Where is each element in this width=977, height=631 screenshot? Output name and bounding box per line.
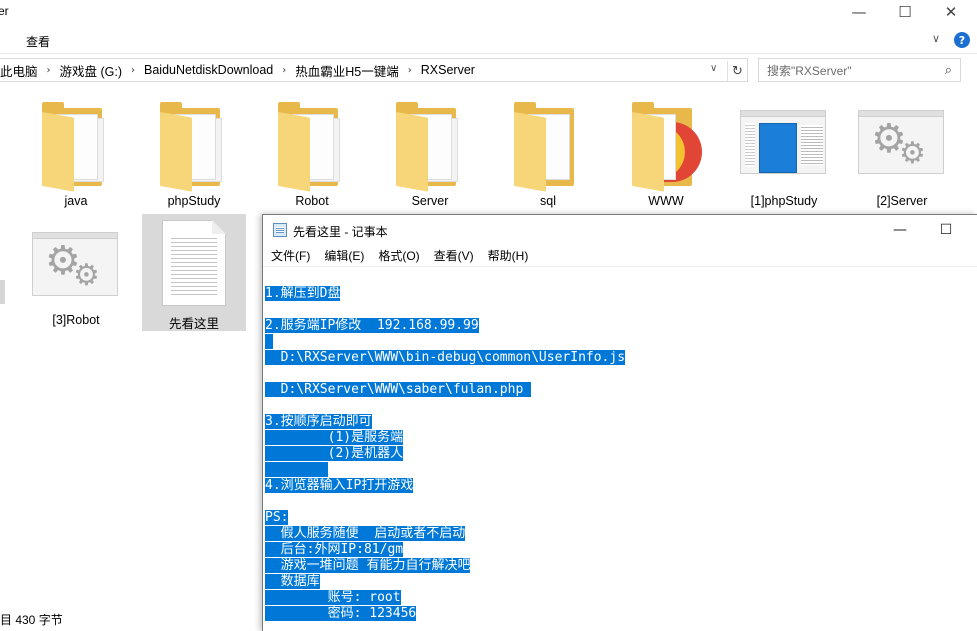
breadcrumb-chevron-icon[interactable]: › bbox=[408, 65, 412, 76]
text-line bbox=[265, 302, 965, 318]
notepad-titlebar[interactable]: 先看这里 - 记事本 — ☐ bbox=[263, 215, 977, 245]
file-read-me-first[interactable]: 先看这里 bbox=[142, 214, 246, 331]
breadcrumb-chevron-icon[interactable]: › bbox=[47, 65, 51, 76]
text-line bbox=[265, 334, 965, 350]
text-line: 数据库 bbox=[265, 574, 320, 589]
folder-server[interactable]: Server bbox=[378, 98, 482, 215]
folder-icon bbox=[392, 102, 468, 192]
text-line: 账号: root bbox=[265, 590, 401, 605]
text-line bbox=[265, 366, 965, 382]
search-placeholder: 搜索"RXServer" bbox=[767, 63, 852, 78]
item-label: [1]phpStudy bbox=[750, 194, 818, 208]
text-line: 1.解压到D盘 bbox=[265, 286, 341, 301]
text-document-icon bbox=[162, 220, 226, 306]
address-row: 此电脑 › 游戏盘 (G:) › BaiduNetdiskDownload › … bbox=[0, 58, 977, 84]
help-icon[interactable]: ? bbox=[954, 32, 970, 48]
breadcrumb-drive[interactable]: 游戏盘 (G:) bbox=[60, 61, 123, 80]
notepad-app-icon bbox=[273, 223, 287, 237]
item-label: java bbox=[64, 194, 88, 208]
folder-icon bbox=[510, 102, 586, 192]
text-line: D:\RXServer\WWW\bin-debug\common\UserInf… bbox=[265, 350, 626, 365]
notepad-text-area[interactable]: 1.解压到D盘 2.服务端IP修改 192.168.99.99 D:\RXSer… bbox=[265, 270, 965, 631]
menu-view[interactable]: 查看(V) bbox=[434, 247, 474, 264]
text-line: PS: bbox=[265, 510, 289, 525]
text-line bbox=[265, 398, 965, 414]
item-label: [2]Server bbox=[876, 194, 928, 208]
breadcrumb-current-folder[interactable]: RXServer bbox=[421, 63, 475, 77]
refresh-icon[interactable]: ↻ bbox=[727, 61, 747, 81]
menu-format[interactable]: 格式(O) bbox=[378, 247, 419, 264]
text-line: 后台:外网IP:81/gm bbox=[265, 542, 404, 557]
shortcut-2-server[interactable]: ⚙ ⚙ [2]Server bbox=[850, 98, 954, 215]
navigation-pane-edge[interactable] bbox=[0, 280, 5, 304]
ribbon: 查看 ∨ ? bbox=[0, 28, 977, 54]
text-line bbox=[265, 462, 965, 478]
config-icon: ⚙ ⚙ bbox=[858, 110, 944, 174]
maximize-button[interactable]: ☐ bbox=[882, 0, 928, 24]
text-line: (1)是服务端 bbox=[265, 430, 404, 445]
item-label: sql bbox=[540, 194, 556, 208]
minimize-button[interactable]: — bbox=[836, 0, 882, 24]
ribbon-expand-chevron-icon[interactable]: ∨ bbox=[932, 32, 940, 45]
notepad-window: 先看这里 - 记事本 — ☐ 文件(F) 编辑(E) 格式(O) 查看(V) 帮… bbox=[262, 214, 977, 631]
item-label: Server bbox=[411, 194, 449, 208]
address-dropdown-icon[interactable]: ∨ bbox=[710, 63, 717, 74]
folder-icon bbox=[38, 102, 114, 192]
shortcut-3-robot[interactable]: ⚙ ⚙ [3]Robot bbox=[24, 216, 128, 333]
config-icon: ⚙ ⚙ bbox=[32, 232, 118, 296]
explorer-title: er bbox=[0, 4, 9, 18]
folder-icon bbox=[628, 102, 704, 192]
folder-robot[interactable]: Robot bbox=[260, 98, 364, 215]
explorer-titlebar: er — ☐ ✕ bbox=[0, 0, 977, 24]
item-label: [3]Robot bbox=[52, 313, 100, 327]
item-label: 先看这里 bbox=[168, 317, 219, 331]
ribbon-tab-view[interactable]: 查看 bbox=[26, 33, 50, 50]
notepad-maximize-button[interactable]: ☐ bbox=[923, 218, 969, 242]
breadcrumb-game-folder[interactable]: 热血霸业H5一键端 bbox=[295, 61, 398, 80]
menu-help[interactable]: 帮助(H) bbox=[488, 247, 529, 264]
text-line: D:\RXServer\WWW\saber\fulan.php bbox=[265, 382, 532, 397]
text-line: 3.按顺序启动即可 bbox=[265, 414, 372, 429]
close-button[interactable]: ✕ bbox=[928, 0, 974, 24]
text-line: 2.服务端IP修改 192.168.99.99 bbox=[265, 318, 479, 333]
notepad-title: 先看这里 - 记事本 bbox=[293, 225, 388, 239]
application-icon bbox=[740, 110, 826, 174]
text-line: (2)是机器人 bbox=[265, 446, 404, 461]
search-icon[interactable]: ⌕ bbox=[945, 63, 952, 78]
item-label: WWW bbox=[648, 194, 684, 208]
breadcrumb-chevron-icon[interactable]: › bbox=[131, 65, 135, 76]
item-label: phpStudy bbox=[167, 194, 221, 208]
notepad-menubar: 文件(F) 编辑(E) 格式(O) 查看(V) 帮助(H) bbox=[263, 245, 977, 267]
menu-file[interactable]: 文件(F) bbox=[271, 247, 310, 264]
text-line bbox=[265, 494, 965, 510]
folder-java[interactable]: java bbox=[24, 98, 128, 215]
status-text: 目 430 字节 bbox=[0, 612, 63, 627]
status-bar: 目 430 字节 bbox=[0, 609, 262, 629]
text-line: 游戏一堆问题 有能力自行解决吧 bbox=[265, 558, 471, 573]
breadcrumb-this-pc[interactable]: 此电脑 bbox=[0, 61, 38, 80]
breadcrumb-chevron-icon[interactable]: › bbox=[282, 65, 286, 76]
address-bar[interactable]: 此电脑 › 游戏盘 (G:) › BaiduNetdiskDownload › … bbox=[0, 58, 748, 82]
folder-icon bbox=[274, 102, 350, 192]
notepad-minimize-button[interactable]: — bbox=[877, 218, 923, 242]
text-line bbox=[265, 270, 965, 286]
text-line: 密码: 123456 bbox=[265, 606, 417, 621]
search-input[interactable]: 搜索"RXServer" ⌕ bbox=[758, 58, 961, 82]
shortcut-1-phpstudy[interactable]: [1]phpStudy bbox=[732, 98, 836, 215]
gear-icon: ⚙ bbox=[73, 258, 100, 293]
menu-edit[interactable]: 编辑(E) bbox=[324, 247, 364, 264]
folder-phpstudy[interactable]: phpStudy bbox=[142, 98, 246, 215]
breadcrumb-download-folder[interactable]: BaiduNetdiskDownload bbox=[144, 63, 273, 77]
folder-sql[interactable]: sql bbox=[496, 98, 600, 215]
text-line: 假人服务随便 启动或者不启动 bbox=[265, 526, 466, 541]
item-label: Robot bbox=[295, 194, 329, 208]
folder-www[interactable]: WWW bbox=[614, 98, 718, 215]
gear-icon: ⚙ bbox=[899, 136, 926, 171]
text-line: 4.浏览器输入IP打开游戏 bbox=[265, 478, 414, 493]
folder-icon bbox=[156, 102, 232, 192]
